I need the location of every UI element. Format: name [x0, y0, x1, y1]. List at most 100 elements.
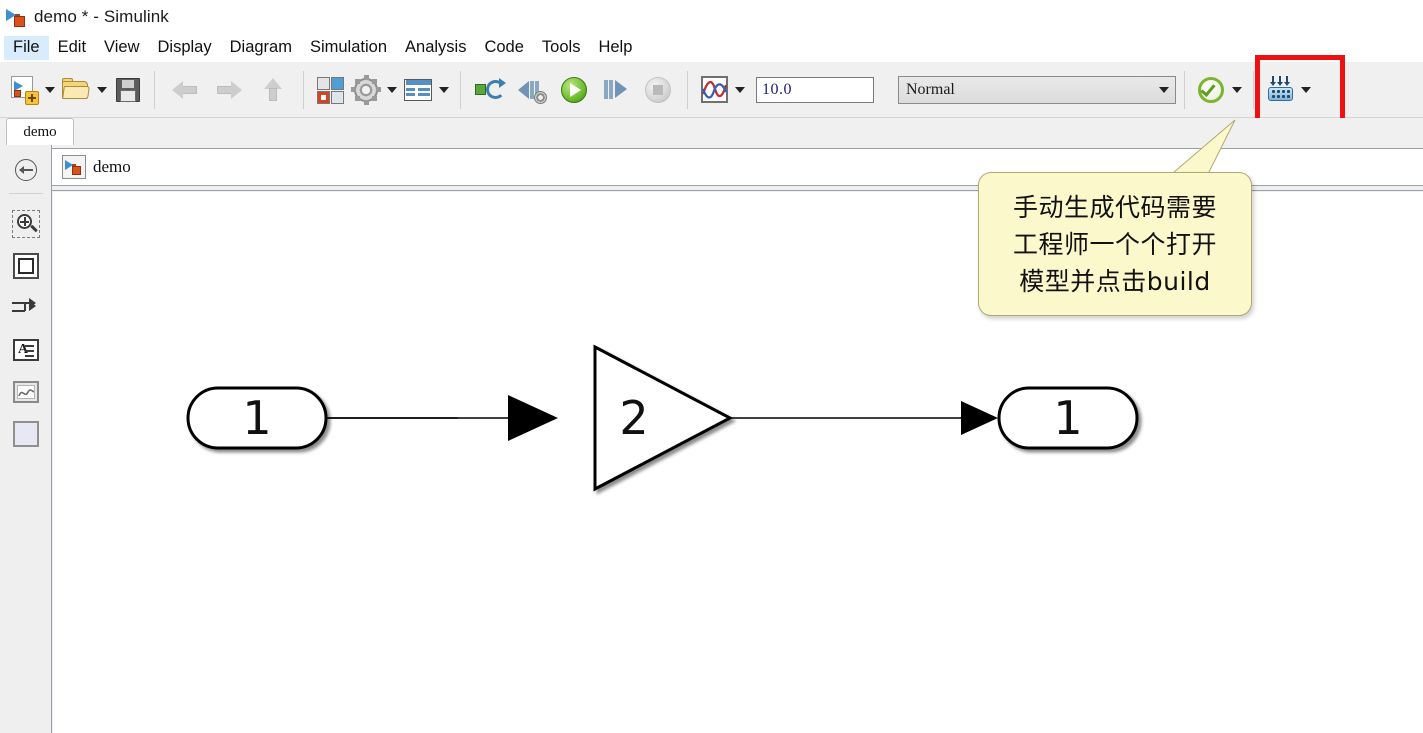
open-model-button[interactable]	[58, 71, 94, 109]
scope-button[interactable]	[696, 71, 732, 109]
callout-balloon: 手动生成代码需要 工程师一个个打开 模型并点击build	[978, 172, 1252, 316]
navigate-back-button[interactable]	[163, 71, 207, 109]
toolbar-separator-5	[1184, 70, 1185, 109]
scope-dropdown[interactable]	[732, 71, 748, 109]
stop-simulation-icon	[643, 75, 673, 105]
update-diagram-button[interactable]	[469, 71, 511, 109]
outport-block-1-label: 1	[1053, 391, 1082, 445]
gain-block-2-label: 2	[619, 391, 648, 445]
window-title: demo * - Simulink	[34, 7, 169, 26]
toolbar-separator-6	[1253, 70, 1254, 109]
toolbar-group-output: 10.0 Normal	[696, 62, 1176, 117]
save-model-button[interactable]	[110, 71, 146, 109]
toolbar-separator-2	[303, 70, 304, 109]
update-diagram-icon	[475, 75, 506, 105]
model-advisor-dropdown[interactable]	[1229, 71, 1245, 109]
library-browser-button[interactable]	[312, 71, 348, 109]
palette-fit-to-view-button[interactable]	[11, 251, 41, 281]
signal-routing-icon	[12, 297, 40, 319]
model-advisor-check-button[interactable]	[1193, 71, 1229, 109]
fit-to-view-icon	[13, 253, 39, 279]
step-back-icon	[517, 75, 547, 105]
toolbar-group-file	[6, 62, 146, 117]
step-back-button[interactable]	[511, 71, 553, 109]
navigate-up-button[interactable]	[251, 71, 295, 109]
simulink-model-icon	[62, 155, 86, 179]
build-model-code-button[interactable]	[1262, 71, 1298, 109]
menu-item-display[interactable]: Display	[149, 36, 221, 60]
navigate-forward-icon	[216, 80, 242, 99]
canvas-palette: A	[0, 145, 52, 733]
new-model-icon	[9, 75, 39, 105]
menu-item-file[interactable]: File	[4, 36, 49, 60]
menu-item-view[interactable]: View	[95, 36, 148, 60]
build-model-code-icon	[1265, 75, 1295, 105]
model-explorer-dropdown[interactable]	[436, 71, 452, 109]
menu-item-diagram[interactable]: Diagram	[221, 36, 301, 60]
stop-simulation-button[interactable]	[637, 71, 679, 109]
hide-browser-icon	[15, 159, 37, 181]
navigate-forward-button[interactable]	[207, 71, 251, 109]
new-model-dropdown[interactable]	[42, 71, 58, 109]
save-icon	[113, 75, 143, 105]
menu-item-edit[interactable]: Edit	[49, 36, 95, 60]
model-configuration-dropdown[interactable]	[384, 71, 400, 109]
menu-item-analysis[interactable]: Analysis	[396, 36, 475, 60]
simulink-window: demo * - Simulink File Edit View Display…	[0, 0, 1423, 733]
model-advisor-check-icon	[1196, 75, 1226, 105]
menu-item-code[interactable]: Code	[475, 36, 532, 60]
palette-signal-routing-button[interactable]	[11, 293, 41, 323]
callout-text: 手动生成代码需要 工程师一个个打开 模型并点击build	[1012, 192, 1217, 296]
build-model-dropdown[interactable]	[1298, 71, 1314, 109]
palette-hide-browser-button[interactable]	[11, 155, 41, 185]
simulink-model-icon	[6, 6, 28, 28]
inport-block-1-label: 1	[242, 391, 271, 445]
scope-icon	[699, 75, 729, 105]
tab-demo[interactable]: demo	[6, 118, 74, 145]
breadcrumb-model-name[interactable]: demo	[93, 157, 131, 177]
library-browser-icon	[315, 75, 345, 105]
toolbar-group-model	[312, 62, 452, 117]
toolbar-separator-3	[460, 70, 461, 109]
simulation-stop-time-input[interactable]: 10.0	[756, 76, 874, 103]
simulation-mode-value: Normal	[906, 80, 955, 98]
new-model-button[interactable]	[6, 71, 42, 109]
model-configuration-button[interactable]	[348, 71, 384, 109]
palette-zoom-in-button[interactable]	[11, 209, 41, 239]
chevron-down-icon	[1159, 86, 1169, 93]
toolbar-group-code	[1193, 62, 1314, 117]
toolbar-separator-4	[687, 70, 688, 109]
signal-line-inport-to-gain[interactable]	[326, 395, 558, 441]
zoom-in-icon	[12, 210, 40, 238]
toolbar-separator-1	[154, 70, 155, 109]
model-configuration-gear-icon	[351, 74, 381, 105]
open-folder-icon	[61, 75, 91, 105]
toolbar: 10.0 Normal	[0, 62, 1423, 118]
toolbar-group-simulation	[469, 62, 679, 117]
palette-divider	[9, 193, 43, 194]
area-icon	[13, 421, 39, 447]
menu-item-help[interactable]: Help	[589, 36, 641, 60]
palette-image-button[interactable]	[11, 377, 41, 407]
run-simulation-icon	[559, 75, 589, 105]
menu-bar: File Edit View Display Diagram Simulatio…	[0, 34, 1423, 62]
model-explorer-button[interactable]	[400, 71, 436, 109]
signal-line-gain-to-outport[interactable]	[730, 401, 998, 435]
annotation-icon: A	[13, 339, 39, 361]
run-simulation-button[interactable]	[553, 71, 595, 109]
navigate-back-icon	[172, 80, 198, 99]
image-icon	[13, 381, 39, 403]
model-explorer-icon	[403, 75, 433, 105]
step-forward-button[interactable]	[595, 71, 637, 109]
palette-area-button[interactable]	[11, 419, 41, 449]
toolbar-group-navigation	[163, 62, 295, 117]
palette-annotation-button[interactable]: A	[11, 335, 41, 365]
title-bar: demo * - Simulink	[0, 0, 1423, 34]
simulation-mode-select[interactable]: Normal	[898, 75, 1176, 104]
menu-item-tools[interactable]: Tools	[533, 36, 590, 60]
open-model-dropdown[interactable]	[94, 71, 110, 109]
menu-item-simulation[interactable]: Simulation	[301, 36, 396, 60]
navigate-up-icon	[264, 77, 282, 102]
gain-block-2[interactable]	[593, 344, 734, 492]
step-forward-icon	[601, 75, 631, 105]
